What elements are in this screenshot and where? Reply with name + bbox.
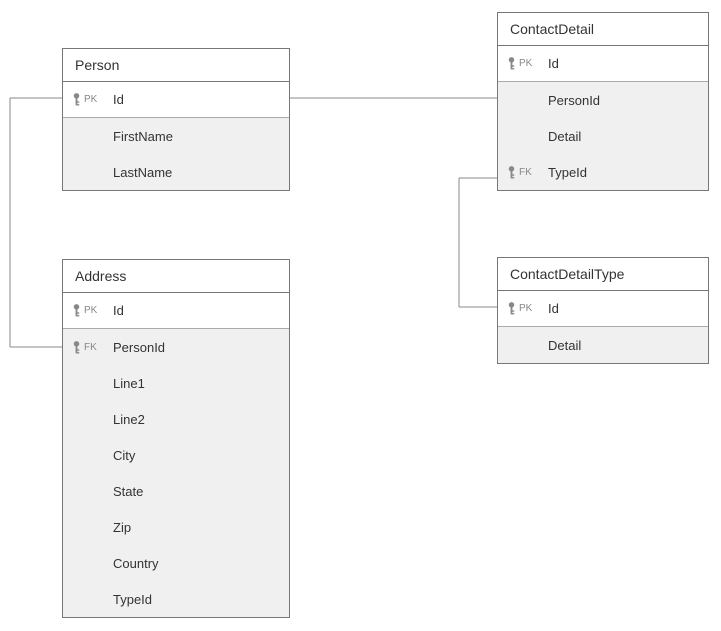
entity-contact-detail[interactable]: ContactDetail PK Id PersonId Detail	[497, 12, 709, 191]
field-name: Id	[107, 92, 281, 107]
pk-indicator: PK	[506, 56, 542, 71]
field-row[interactable]: City	[63, 437, 289, 473]
field-name: LastName	[107, 165, 281, 180]
field-row[interactable]: LastName	[63, 154, 289, 190]
field-name: FirstName	[107, 129, 281, 144]
entity-title: ContactDetailType	[498, 258, 708, 291]
pk-indicator: PK	[506, 301, 542, 316]
field-row[interactable]: Country	[63, 545, 289, 581]
field-row[interactable]: FK TypeId	[498, 154, 708, 190]
field-row[interactable]: Zip	[63, 509, 289, 545]
field-name: PersonId	[542, 93, 700, 108]
field-name: Detail	[542, 129, 700, 144]
field-row[interactable]: PersonId	[498, 82, 708, 118]
entity-body: PK Id Detail	[498, 291, 708, 363]
field-row[interactable]: TypeId	[63, 581, 289, 617]
entity-title: ContactDetail	[498, 13, 708, 46]
entity-title: Person	[63, 49, 289, 82]
field-name: Id	[107, 303, 281, 318]
entity-contact-detail-type[interactable]: ContactDetailType PK Id Detail	[497, 257, 709, 364]
pk-indicator: PK	[71, 303, 107, 318]
field-row[interactable]: Line2	[63, 401, 289, 437]
field-name: Id	[542, 56, 700, 71]
field-name: TypeId	[107, 592, 281, 607]
fk-indicator: FK	[71, 340, 107, 355]
field-name: PersonId	[107, 340, 281, 355]
field-name: Line2	[107, 412, 281, 427]
diagram-canvas: Person PK Id FirstName LastName Address	[0, 0, 721, 631]
field-name: Zip	[107, 520, 281, 535]
field-name: Line1	[107, 376, 281, 391]
entity-body: PK Id FK PersonId Line1 Line2	[63, 293, 289, 617]
field-row[interactable]: PK Id	[498, 46, 708, 82]
field-name: Detail	[542, 338, 700, 353]
entity-title: Address	[63, 260, 289, 293]
field-row[interactable]: Detail	[498, 327, 708, 363]
field-name: Id	[542, 301, 700, 316]
field-row[interactable]: Detail	[498, 118, 708, 154]
entity-body: PK Id FirstName LastName	[63, 82, 289, 190]
field-name: TypeId	[542, 165, 700, 180]
entity-address[interactable]: Address PK Id FK PersonId Line1	[62, 259, 290, 618]
field-name: City	[107, 448, 281, 463]
field-row[interactable]: PK Id	[498, 291, 708, 327]
entity-body: PK Id PersonId Detail FK TypeId	[498, 46, 708, 190]
field-row[interactable]: FK PersonId	[63, 329, 289, 365]
field-row[interactable]: PK Id	[63, 293, 289, 329]
field-name: Country	[107, 556, 281, 571]
pk-indicator: PK	[71, 92, 107, 107]
field-name: State	[107, 484, 281, 499]
fk-indicator: FK	[506, 165, 542, 180]
field-row[interactable]: FirstName	[63, 118, 289, 154]
field-row[interactable]: PK Id	[63, 82, 289, 118]
field-row[interactable]: Line1	[63, 365, 289, 401]
field-row[interactable]: State	[63, 473, 289, 509]
entity-person[interactable]: Person PK Id FirstName LastName	[62, 48, 290, 191]
